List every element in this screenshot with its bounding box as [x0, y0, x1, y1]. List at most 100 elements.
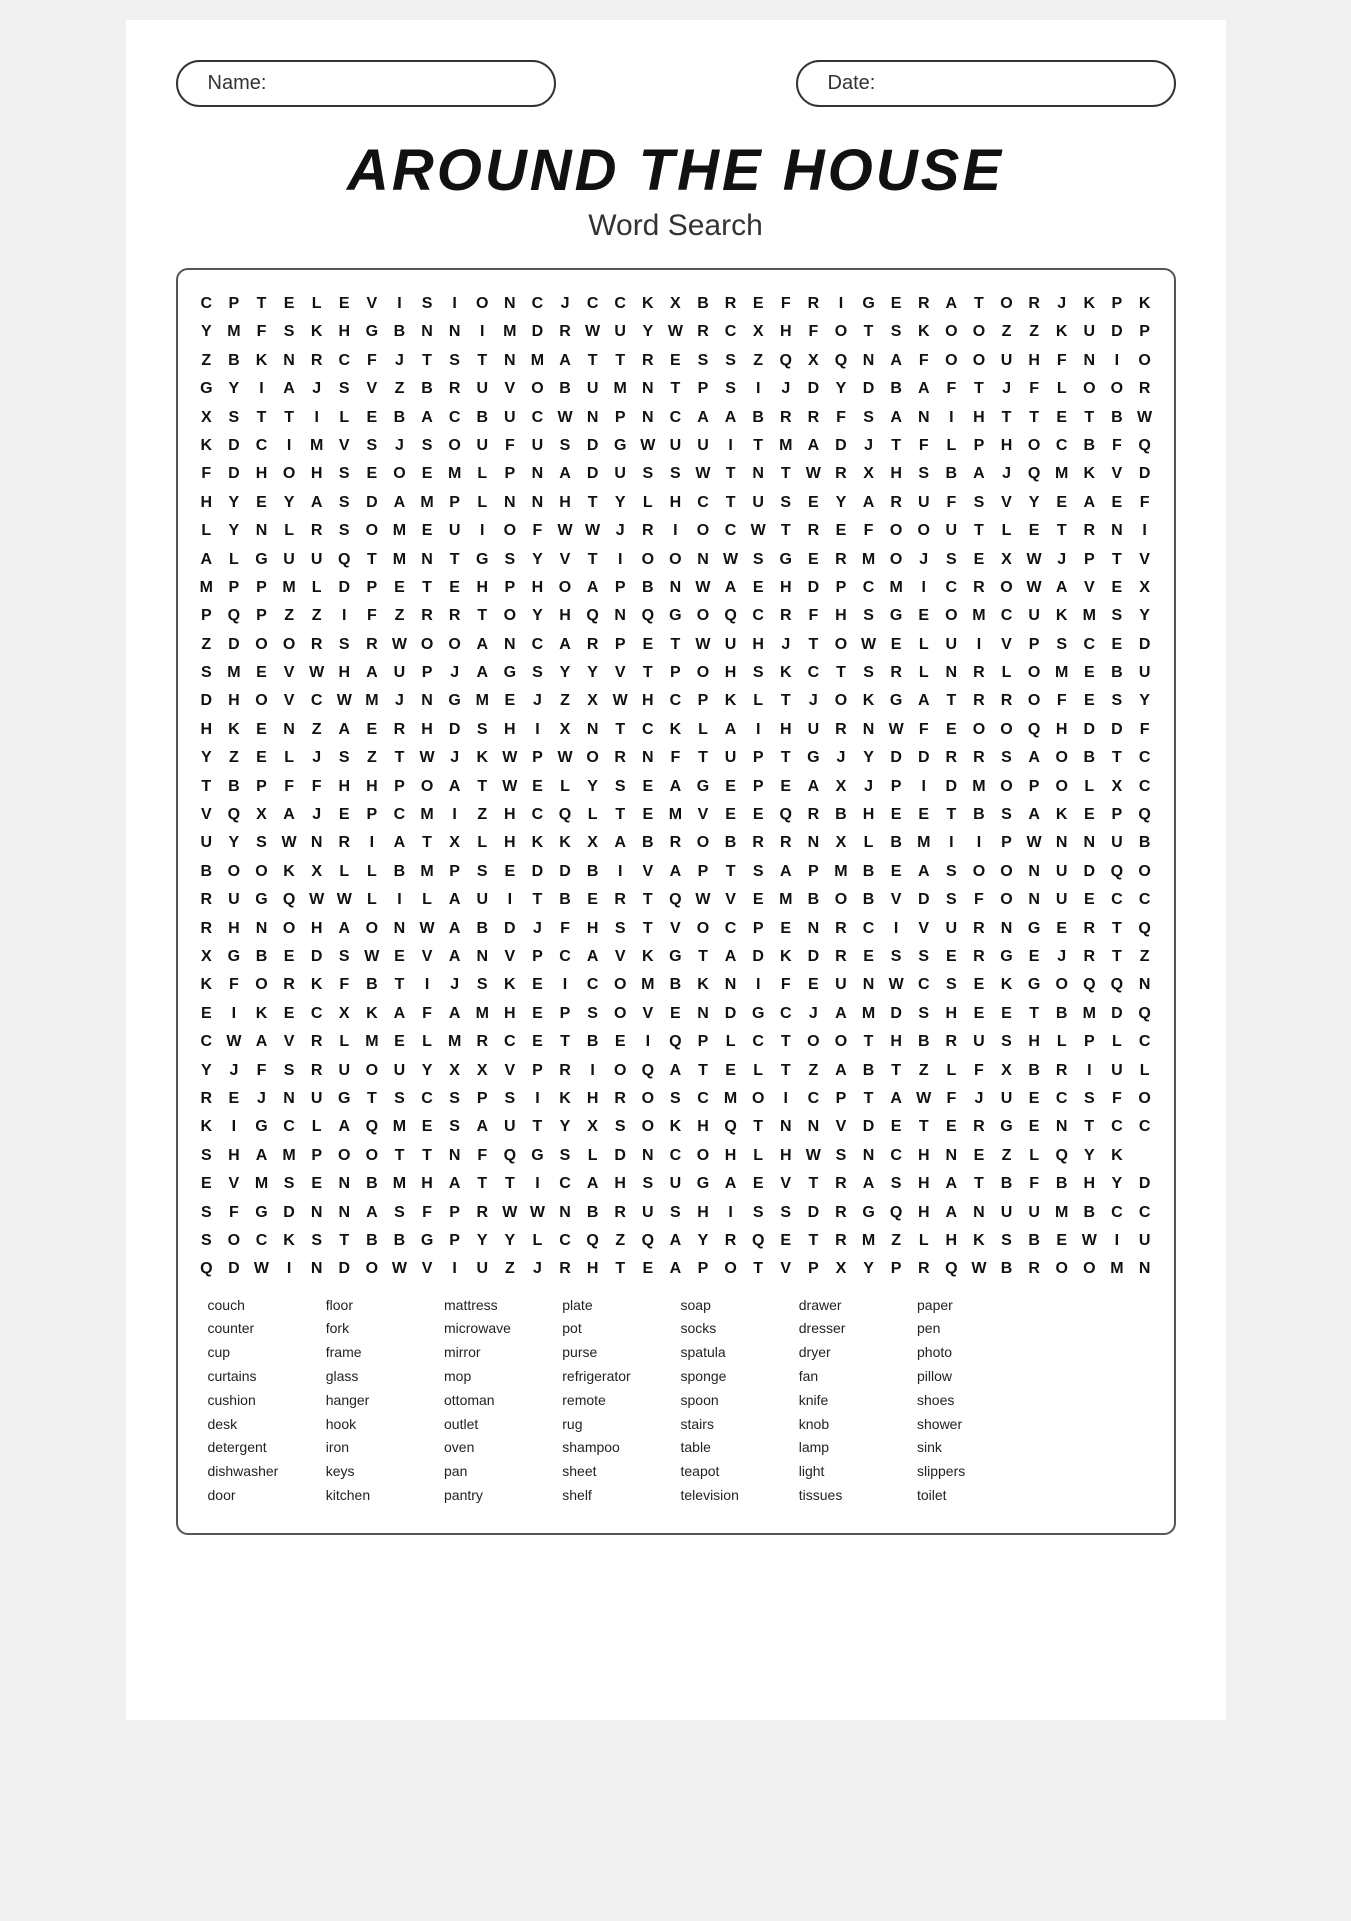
grid-cell: S [275, 318, 303, 346]
grid-cell: M [303, 432, 331, 460]
grid-cell: F [220, 1199, 248, 1227]
grid-cell: U [1103, 829, 1131, 857]
grid-cell: E [386, 943, 414, 971]
grid-cell: X [330, 1000, 358, 1028]
grid-cell: T [413, 574, 441, 602]
name-box[interactable]: Name: [176, 60, 556, 107]
grid-row: ZDOORSRWOOANCARPETWUHJTOWELUIVPSCED [193, 631, 1159, 659]
word-item: cup [208, 1341, 316, 1365]
grid-cell: S [358, 432, 386, 460]
grid-cell: B [579, 1028, 607, 1056]
grid-cell: S [855, 659, 883, 687]
grid-cell: U [827, 971, 855, 999]
grid-cell: U [330, 1057, 358, 1085]
grid-cell: L [910, 1227, 938, 1255]
grid-cell: R [910, 1255, 938, 1283]
grid-cell: F [1020, 1170, 1048, 1198]
grid-cell: W [634, 432, 662, 460]
grid-cell: B [882, 829, 910, 857]
word-item: light [799, 1460, 907, 1484]
grid-cell: N [744, 460, 772, 488]
grid-cell: C [248, 432, 276, 460]
grid-cell: O [496, 517, 524, 545]
grid-cell: N [689, 546, 717, 574]
grid-cell: N [496, 631, 524, 659]
grid-cell: T [193, 773, 221, 801]
grid-cell: R [606, 886, 634, 914]
grid-cell: N [938, 659, 966, 687]
grid-cell: I [965, 631, 993, 659]
grid-cell: A [717, 716, 745, 744]
grid-cell: R [468, 1028, 496, 1056]
grid-cell: E [606, 1028, 634, 1056]
grid-cell: U [496, 1113, 524, 1141]
grid-cell: N [606, 602, 634, 630]
grid-cell: A [275, 801, 303, 829]
grid-cell: H [468, 574, 496, 602]
grid-cell: T [965, 1170, 993, 1198]
grid-cell: E [193, 1000, 221, 1028]
grid-cell: T [772, 687, 800, 715]
grid-cell: T [524, 1113, 552, 1141]
grid-cell: V [275, 687, 303, 715]
grid-cell: R [772, 829, 800, 857]
grid-cell: S [468, 858, 496, 886]
grid-cell: E [275, 290, 303, 318]
grid-cell: N [413, 687, 441, 715]
grid-cell: O [689, 915, 717, 943]
word-item: pen [917, 1317, 1025, 1341]
word-item: rug [562, 1413, 670, 1437]
grid-cell: L [1048, 1028, 1076, 1056]
grid-cell: C [551, 1227, 579, 1255]
grid-cell: D [1103, 716, 1131, 744]
grid-cell: I [772, 1085, 800, 1113]
word-item: pantry [444, 1484, 552, 1508]
word-item: knife [799, 1389, 907, 1413]
grid-cell: W [496, 744, 524, 772]
grid-cell: N [1020, 886, 1048, 914]
grid-cell: D [275, 1199, 303, 1227]
grid-cell: F [662, 744, 690, 772]
grid-cell: A [413, 404, 441, 432]
grid-cell: P [882, 1255, 910, 1283]
grid-cell: X [579, 829, 607, 857]
grid-cell: Z [303, 602, 331, 630]
word-item: curtains [208, 1365, 316, 1389]
grid-cell: L [303, 574, 331, 602]
grid-cell: F [524, 517, 552, 545]
grid-cell: Y [579, 659, 607, 687]
date-box[interactable]: Date: [796, 60, 1176, 107]
grid-cell: L [744, 687, 772, 715]
word-item: paper [917, 1294, 1025, 1318]
grid-cell: F [910, 347, 938, 375]
grid-cell: H [717, 659, 745, 687]
grid-cell: R [386, 716, 414, 744]
grid-cell: L [193, 517, 221, 545]
grid-cell: I [606, 546, 634, 574]
grid-cell: E [275, 1000, 303, 1028]
grid-cell: C [1131, 1113, 1159, 1141]
grid-cell: O [1076, 1255, 1104, 1283]
grid-cell: U [1076, 318, 1104, 346]
grid-cell: D [579, 432, 607, 460]
grid-cell: W [689, 631, 717, 659]
grid-cell: U [579, 375, 607, 403]
grid-cell: H [413, 1170, 441, 1198]
grid-cell: M [634, 971, 662, 999]
grid-cell: O [634, 546, 662, 574]
grid-cell: E [1020, 1113, 1048, 1141]
grid-cell: Y [220, 517, 248, 545]
grid-cell: F [468, 1142, 496, 1170]
grid-cell: W [1076, 1227, 1104, 1255]
grid-cell: R [1076, 943, 1104, 971]
grid-cell: S [882, 1170, 910, 1198]
grid-cell: J [800, 687, 828, 715]
grid-cell: C [606, 290, 634, 318]
grid-cell: V [606, 659, 634, 687]
grid-cell: C [524, 404, 552, 432]
grid-cell: S [965, 489, 993, 517]
grid-cell: E [800, 489, 828, 517]
grid-cell: G [248, 546, 276, 574]
grid-cell: V [275, 659, 303, 687]
grid-cell: U [689, 432, 717, 460]
